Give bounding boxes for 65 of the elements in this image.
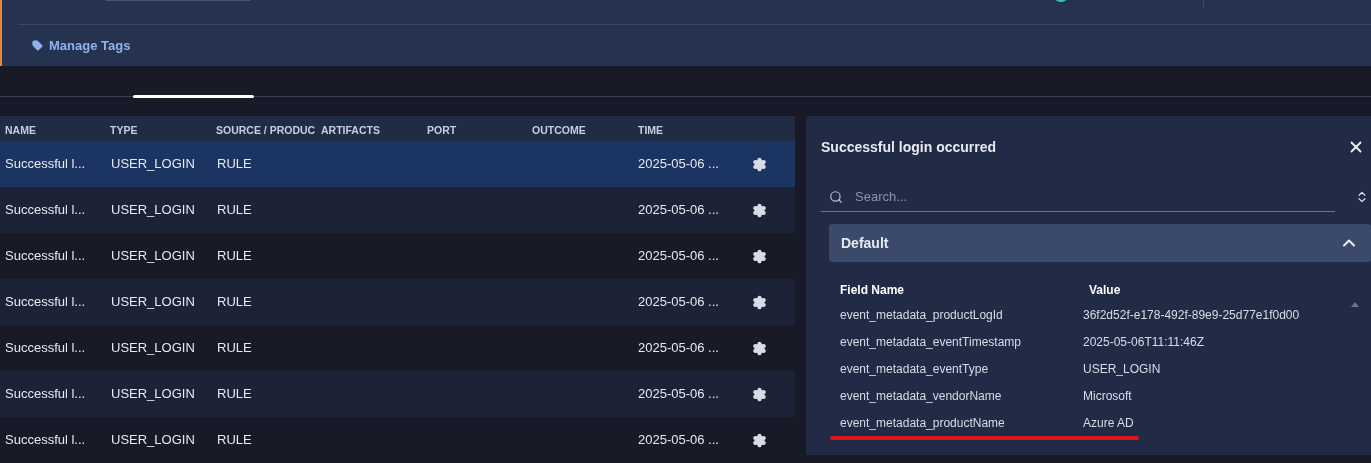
table-cell-text: RULE [216, 340, 252, 356]
column-header: OUTCOME [532, 123, 586, 136]
table-cell-text: USER_LOGIN [110, 294, 195, 310]
column-header: TYPE [110, 123, 138, 136]
settings-icon[interactable] [752, 340, 767, 356]
settings-icon[interactable] [752, 156, 767, 172]
section-header[interactable]: Default [829, 224, 1371, 262]
table-row[interactable]: Successful l... USER_LOGIN RULE 2025-05-06 ... [0, 141, 795, 187]
search-field[interactable]: Search... [821, 182, 1335, 212]
field-name: event_metadata_productLogId [840, 306, 1004, 324]
column-header: NAME [5, 123, 36, 136]
table-row[interactable]: Successful l... USER_LOGIN RULE 2025-05-06 ... [0, 279, 795, 325]
table-cell-text: Successful l... [4, 156, 86, 172]
table-cell-text: USER_LOGIN [110, 156, 195, 172]
table-cell-text: 2025-05-06 ... [637, 432, 719, 448]
settings-icon[interactable] [752, 386, 767, 402]
field-value: USER_LOGIN [1083, 360, 1161, 378]
table-cell-text: Successful l... [4, 386, 86, 402]
field-name: event_metadata_vendorName [840, 387, 1003, 405]
table-cell-text: 2025-05-06 ... [637, 156, 719, 172]
table-cell-text: Successful l... [4, 248, 86, 264]
table-cell-text: RULE [216, 386, 252, 402]
field-name: event_metadata_eventTimestamp [840, 333, 1022, 351]
table-row[interactable]: Successful l... USER_LOGIN RULE 2025-05-06 ... [0, 371, 795, 417]
settings-icon[interactable] [752, 248, 767, 264]
column-header: Field Name [840, 282, 906, 299]
table-cell-text: RULE [216, 202, 252, 218]
column-header: SOURCE / PRODUC [216, 123, 316, 136]
table-cell-text: RULE [216, 156, 252, 172]
settings-icon[interactable] [752, 202, 767, 218]
column-header: PORT [427, 123, 457, 136]
tag-icon [32, 40, 43, 51]
table-cell-text: 2025-05-06 ... [637, 294, 719, 310]
table-cell-text: USER_LOGIN [110, 432, 195, 448]
table-cell-text: Successful l... [4, 340, 86, 356]
table-cell-text: RULE [216, 248, 252, 264]
panel-title: Successful login occurred [821, 137, 997, 157]
table-cell-text: USER_LOGIN [110, 386, 195, 402]
table-cell-text: USER_LOGIN [110, 340, 195, 356]
field-name: event_metadata_productName [840, 414, 1006, 432]
field-value: Azure AD [1083, 414, 1134, 432]
table-cell-text: RULE [216, 294, 252, 310]
manage-tags-link[interactable]: Manage Tags [32, 35, 131, 56]
table-cell-text: Successful l... [4, 432, 86, 448]
column-header: TIME [638, 123, 664, 136]
table-cell-text: Successful l... [4, 294, 86, 310]
table-cell-text: RULE [216, 432, 252, 448]
table-cell-text: 2025-05-06 ... [637, 202, 719, 218]
table-cell-text: 2025-05-06 ... [637, 386, 719, 402]
table-cell-text: Successful l... [4, 202, 86, 218]
settings-icon[interactable] [752, 432, 767, 448]
field-value: Microsoft [1083, 387, 1132, 405]
table-cell-text: USER_LOGIN [110, 202, 195, 218]
table-cell-text: 2025-05-06 ... [637, 340, 719, 356]
table-cell-text: USER_LOGIN [110, 248, 195, 264]
column-header: Value [1089, 282, 1121, 299]
scroll-up-icon[interactable] [1351, 302, 1359, 307]
column-header: ARTIFACTS [321, 123, 380, 136]
table-row[interactable]: Successful l... USER_LOGIN RULE 2025-05-06 ... [0, 187, 795, 233]
field-value: 36f2d52f-e178-492f-89e9-25d77e1f0d00 [1083, 306, 1300, 324]
table-cell-text: 2025-05-06 ... [637, 248, 719, 264]
field-name: event_metadata_eventType [840, 360, 990, 378]
field-value: 2025-05-06T11:11:46Z [1083, 333, 1204, 351]
settings-icon[interactable] [752, 294, 767, 310]
search-icon [829, 190, 843, 204]
